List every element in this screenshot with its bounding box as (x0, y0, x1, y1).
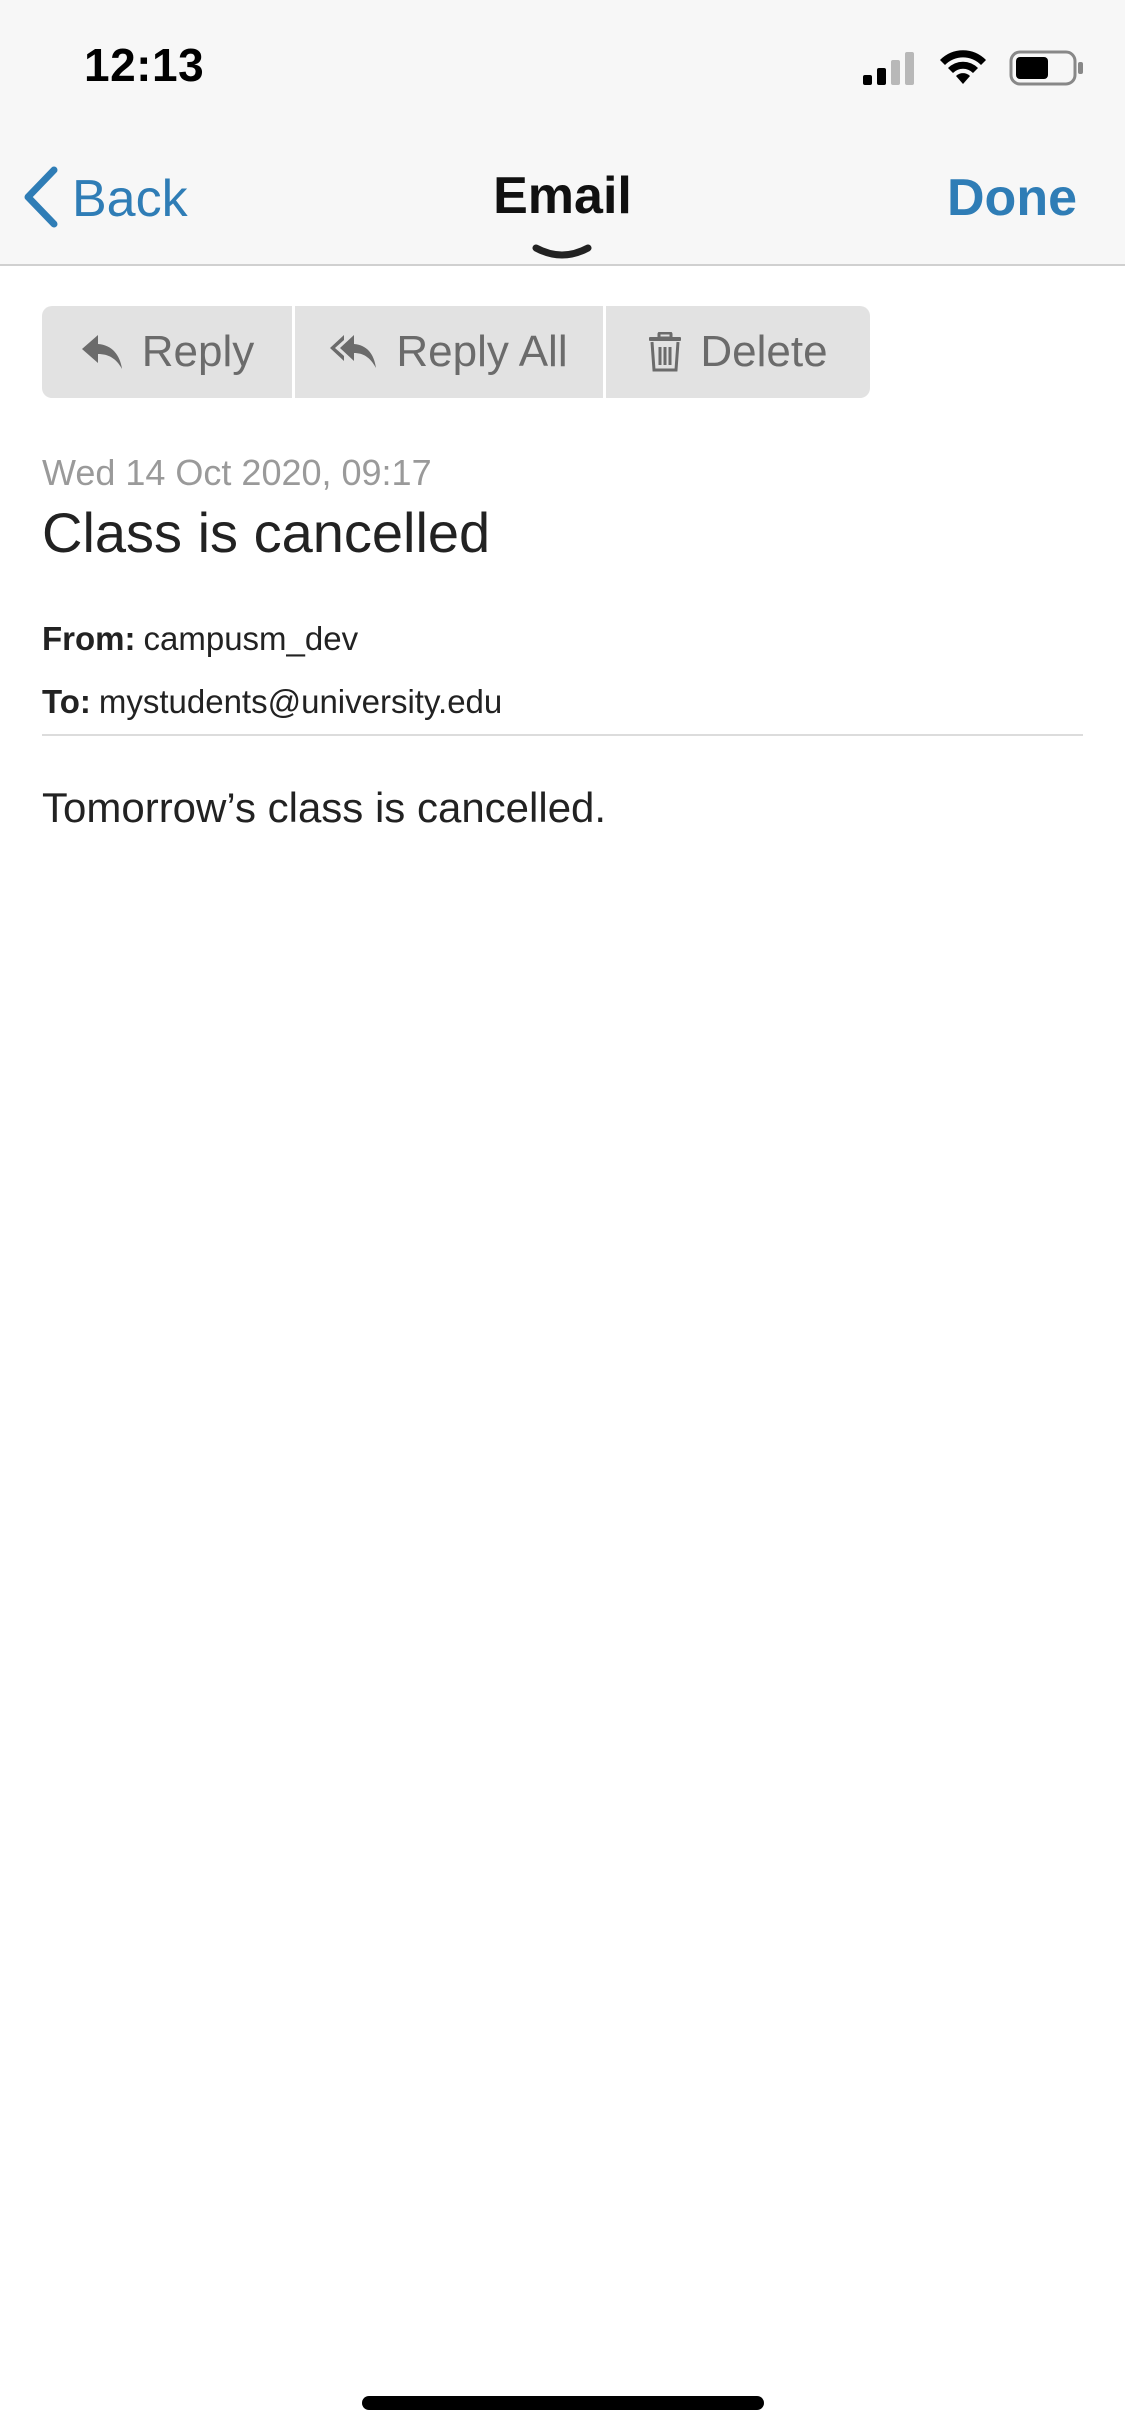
header-divider (42, 734, 1083, 736)
to-value[interactable]: mystudents@university.edu (99, 683, 502, 720)
to-label: To: (42, 683, 91, 720)
email-screen: 12:13 Back Email Done Reply Reply All De… (0, 0, 1125, 2436)
delete-button[interactable]: Delete (603, 306, 870, 398)
reply-all-label: Reply All (396, 327, 568, 376)
status-bar: 12:13 (0, 0, 1125, 132)
nav-bar: Back Email Done (0, 132, 1125, 266)
email-subject: Class is cancelled (42, 501, 491, 564)
chevron-down-icon[interactable] (532, 244, 592, 267)
wifi-icon (939, 49, 987, 91)
status-time: 12:13 (84, 39, 205, 91)
reply-all-icon (330, 333, 378, 371)
email-body: Tomorrow’s class is cancelled. (42, 784, 607, 831)
email-actions: Reply Reply All Delete (42, 306, 870, 398)
email-date: Wed 14 Oct 2020, 09:17 (42, 452, 432, 493)
email-from: From: campusm_dev (42, 620, 358, 658)
from-label: From: (42, 620, 136, 657)
cellular-signal-icon (863, 51, 917, 90)
reply-all-button[interactable]: Reply All (292, 306, 603, 398)
email-to: To: mystudents@university.edu (42, 683, 502, 721)
home-indicator[interactable] (362, 2396, 764, 2410)
reply-button[interactable]: Reply (42, 306, 292, 398)
from-value[interactable]: campusm_dev (144, 620, 359, 657)
reply-icon (80, 333, 124, 371)
battery-icon (1009, 49, 1085, 92)
done-button[interactable]: Done (947, 168, 1077, 228)
status-icons (841, 49, 1085, 92)
reply-label: Reply (141, 327, 255, 376)
trash-icon (648, 332, 682, 372)
delete-label: Delete (700, 327, 828, 376)
